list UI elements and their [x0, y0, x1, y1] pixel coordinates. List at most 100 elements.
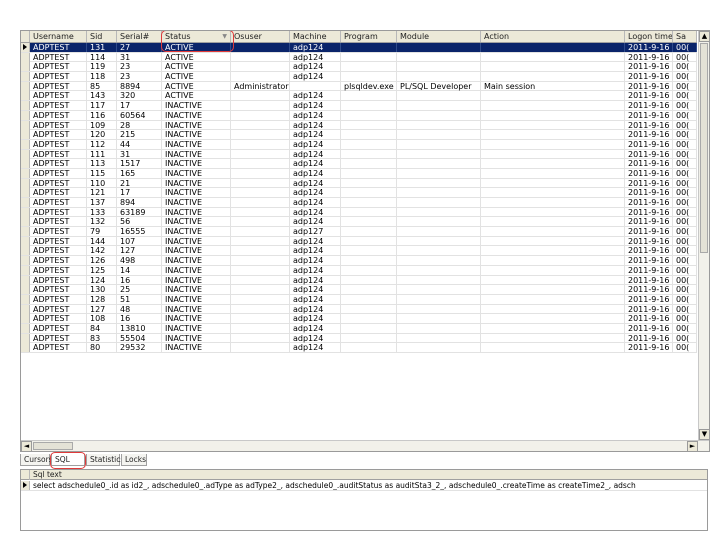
column-header-sid[interactable]: Sid [87, 31, 117, 42]
cell-program[interactable] [341, 246, 397, 256]
cell-serial[interactable]: 16555 [117, 227, 162, 237]
cell-serial[interactable]: 16 [117, 314, 162, 324]
cell-logon[interactable]: 2011-9-16 15:23:46 [625, 227, 673, 237]
cell-serial[interactable]: 23 [117, 62, 162, 72]
cell-osuser[interactable] [231, 62, 290, 72]
table-row[interactable]: ADPTEST12117INACTIVE adp124 2011-9-16 13:5… [21, 188, 697, 198]
cell-machine[interactable]: adp124 [290, 120, 341, 130]
cell-sa[interactable]: 00( [673, 72, 697, 82]
cell-sid[interactable]: 111 [87, 149, 117, 159]
cell-serial[interactable]: 8894 [117, 81, 162, 91]
table-row[interactable]: ADPTEST1131517INACTIVE adp124 2011-9-16 13… [21, 159, 697, 169]
cell-logon[interactable]: 2011-9-16 13:57:13 [625, 265, 673, 275]
horizontal-scrollbar[interactable]: ◄ ► [21, 440, 709, 451]
row-indicator[interactable] [21, 314, 30, 324]
cell-machine[interactable]: adp124 [290, 323, 341, 333]
vertical-scroll-thumb[interactable] [700, 43, 708, 253]
cell-module[interactable] [397, 314, 481, 324]
table-row[interactable]: ADPTEST13127ACTIVEadp1242011-9-16 13:57:… [21, 43, 697, 53]
cell-action[interactable] [481, 130, 625, 140]
cell-module[interactable] [397, 178, 481, 188]
cell-program[interactable] [341, 62, 397, 72]
table-row[interactable]: ADPTEST142127INACTIVE adp124 2011-9-16 13:… [21, 246, 697, 257]
row-indicator[interactable] [21, 198, 30, 207]
cell-program[interactable] [341, 130, 397, 140]
cell-program[interactable] [341, 304, 397, 314]
row-indicator[interactable] [21, 130, 30, 140]
cell-osuser[interactable] [231, 52, 290, 62]
cell-machine[interactable]: adp124 [290, 217, 341, 227]
cell-program[interactable] [341, 178, 397, 188]
cell-module[interactable] [397, 265, 481, 275]
scroll-up-button[interactable]: ▲ [699, 31, 709, 42]
row-indicator[interactable] [21, 149, 30, 159]
cell-status[interactable]: INACTIVE [162, 149, 231, 159]
row-indicator[interactable] [21, 52, 30, 62]
cell-logon[interactable]: 2011-9-16 13:57:13 [625, 130, 673, 140]
cell-username[interactable]: ADPTEST [30, 139, 87, 149]
cell-machine[interactable]: adp124 [290, 139, 341, 149]
cell-sid[interactable]: 79 [87, 227, 117, 237]
cell-sid[interactable]: 118 [87, 72, 117, 82]
cell-status[interactable]: INACTIVE [162, 323, 231, 333]
cell-machine[interactable]: adp124 [290, 168, 341, 178]
cell-username[interactable]: ADPTEST [30, 159, 87, 169]
cell-sid[interactable]: 142 [87, 246, 117, 256]
cell-logon[interactable]: 2011-9-16 13:57:13 [625, 294, 673, 304]
cell-username[interactable]: ADPTEST [30, 198, 87, 207]
cell-sid[interactable]: 120 [87, 130, 117, 140]
cell-logon[interactable]: 2011-9-16 13:57:13 [625, 275, 673, 285]
cell-username[interactable]: ADPTEST [30, 149, 87, 159]
cell-osuser[interactable] [231, 207, 290, 217]
column-header-action[interactable]: Action [481, 31, 625, 42]
table-row[interactable]: ADPTEST137894INACTIVE adp124 2011-9-16 13:… [21, 198, 697, 208]
cell-machine[interactable]: adp124 [290, 256, 341, 266]
cell-module[interactable] [397, 294, 481, 304]
cell-machine[interactable]: adp124 [290, 188, 341, 198]
cell-sid[interactable]: 117 [87, 101, 117, 111]
cell-username[interactable]: ADPTEST [30, 81, 87, 91]
row-indicator[interactable] [21, 285, 30, 295]
cell-program[interactable] [341, 188, 397, 198]
cell-serial[interactable]: 56 [117, 217, 162, 227]
cell-serial[interactable]: 13810 [117, 323, 162, 333]
cell-status[interactable]: ACTIVE [162, 81, 231, 91]
cell-action[interactable] [481, 294, 625, 304]
column-header-machine[interactable]: Machine [290, 31, 341, 42]
cell-sa[interactable]: 00( [673, 217, 697, 227]
cell-username[interactable]: ADPTEST [30, 101, 87, 111]
cell-sid[interactable]: 133 [87, 207, 117, 217]
cell-sa[interactable]: 00( [673, 91, 697, 101]
cell-module[interactable] [397, 168, 481, 178]
cell-module[interactable] [397, 149, 481, 159]
cell-sid[interactable]: 143 [87, 91, 117, 101]
cell-sa[interactable]: 00( [673, 333, 697, 343]
table-row[interactable]: ADPTEST126498INACTIVE adp124 2011-9-16 13:… [21, 256, 697, 266]
cell-module[interactable] [397, 275, 481, 285]
cell-machine[interactable]: adp124 [290, 285, 341, 295]
cell-username[interactable]: ADPTEST [30, 43, 87, 52]
cell-serial[interactable]: 17 [117, 101, 162, 111]
cell-program[interactable] [341, 72, 397, 82]
cell-serial[interactable]: 17 [117, 188, 162, 198]
row-indicator[interactable] [21, 159, 30, 169]
row-indicator[interactable] [21, 91, 30, 101]
cell-logon[interactable]: 2011-9-16 13:57:13 [625, 62, 673, 72]
cell-sid[interactable]: 110 [87, 178, 117, 188]
scroll-left-button[interactable]: ◄ [21, 441, 32, 451]
cell-osuser[interactable] [231, 120, 290, 130]
cell-sa[interactable]: 00( [673, 130, 697, 140]
cell-osuser[interactable] [231, 246, 290, 256]
row-indicator[interactable] [21, 323, 30, 333]
cell-logon[interactable]: 2011-9-16 13:57:13 [625, 256, 673, 266]
cell-status[interactable]: INACTIVE [162, 139, 231, 149]
cell-module[interactable] [397, 52, 481, 62]
cell-sid[interactable]: 126 [87, 256, 117, 266]
cell-username[interactable]: ADPTEST [30, 227, 87, 237]
cell-username[interactable]: ADPTEST [30, 314, 87, 324]
cell-osuser[interactable] [231, 159, 290, 169]
cell-module[interactable] [397, 120, 481, 130]
cell-sid[interactable]: 109 [87, 120, 117, 130]
cell-action[interactable] [481, 52, 625, 62]
cell-logon[interactable]: 2011-9-16 13:57:13 [625, 304, 673, 314]
